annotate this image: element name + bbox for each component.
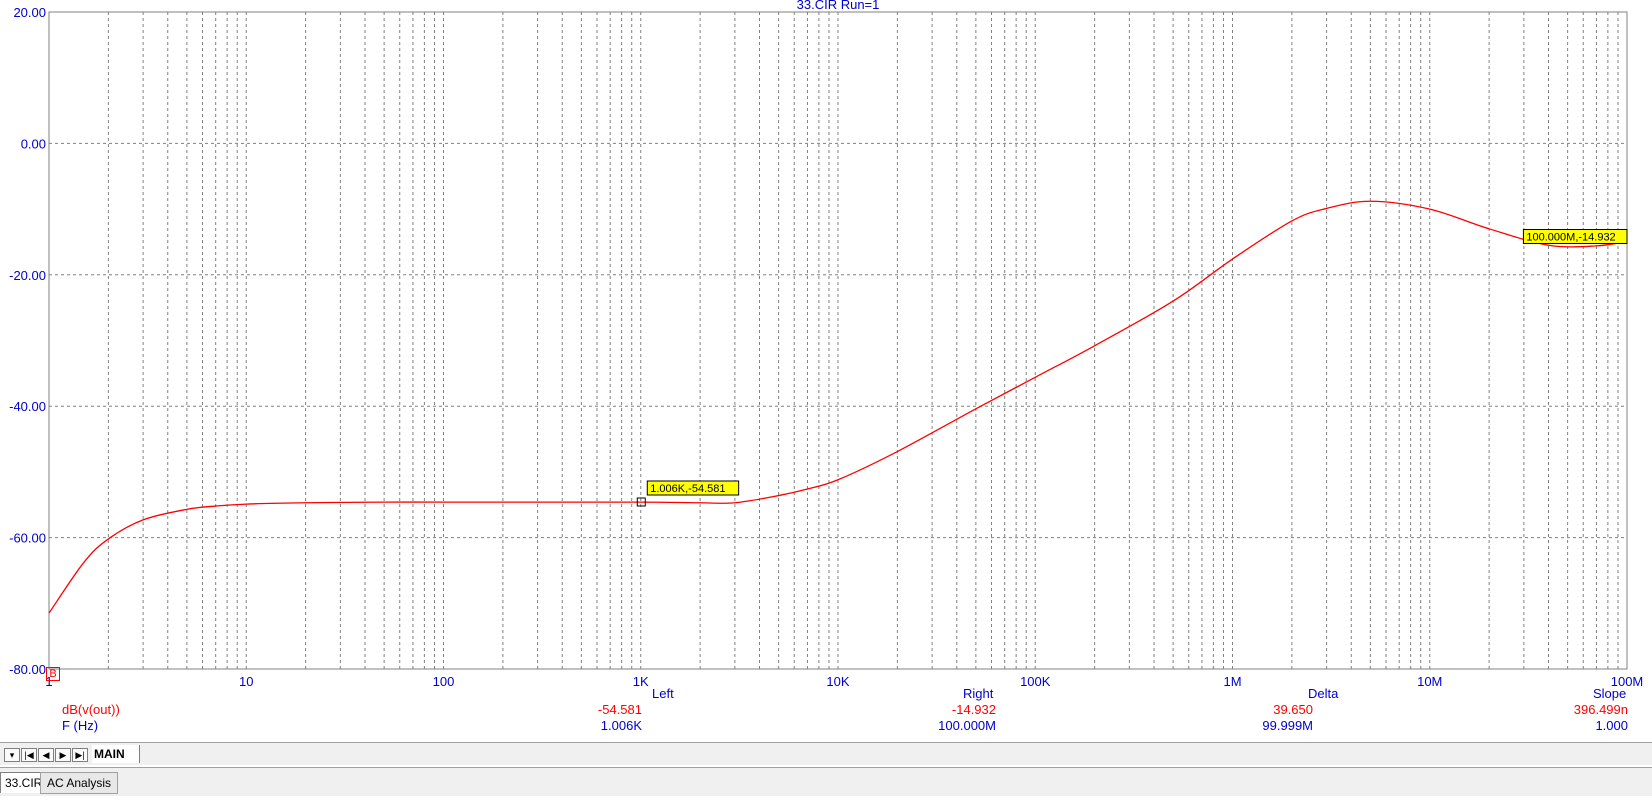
readout-header-right: Right <box>963 686 994 701</box>
x-variable-label: F (Hz) <box>62 718 99 733</box>
bode-plot[interactable]: 33.CIR Run=1 20.00 0.00 -20.00 -40.00 -60.00… <box>0 0 1652 740</box>
cursor-label-text: 1.006K,-54.581 <box>650 483 725 495</box>
y-axis-tick-labels: 20.00 0.00 -20.00 -40.00 -60.00 -80.00 <box>9 5 46 677</box>
readout-header-left: Left <box>652 686 674 701</box>
readout-header-slope: Slope <box>1593 686 1627 701</box>
x-slope-value: 1.000 <box>1595 718 1628 733</box>
x-tick-label: 100 <box>433 674 455 689</box>
y-tick-label: -20.00 <box>9 268 46 283</box>
x-tick-label: 1M <box>1223 674 1241 689</box>
last-sheet-button[interactable]: ▶| <box>72 748 88 762</box>
cursor-label-text: 100.000M,-14.932 <box>1526 232 1615 244</box>
sheet-tab-main[interactable]: MAIN <box>92 745 140 763</box>
next-sheet-button[interactable]: ▶ <box>55 748 71 762</box>
sheet-tab-bar: ▾ |◀ ◀ ▶ ▶| MAIN <box>0 742 1652 765</box>
series-delta-value: 39.650 <box>1273 702 1313 717</box>
x-tick-label: 10 <box>239 674 253 689</box>
series-name-label[interactable]: dB(v(out)) <box>62 702 120 717</box>
x-delta-value: 99.999M <box>1262 718 1313 733</box>
y-tick-label: 20.00 <box>13 5 46 20</box>
file-tab-ac-analysis[interactable]: AC Analysis <box>40 772 119 794</box>
readout-header-delta: Delta <box>1308 686 1339 701</box>
series-marker-box[interactable]: B <box>46 667 60 681</box>
x-right-value: 100.000M <box>938 718 996 733</box>
series-right-value: -14.932 <box>951 702 996 717</box>
sheet-menu-button[interactable]: ▾ <box>4 748 20 762</box>
x-tick-label: 10M <box>1417 674 1442 689</box>
file-tab-bar: 33.CIR AC Analysis <box>0 767 1652 796</box>
y-tick-label: -40.00 <box>9 399 46 414</box>
y-tick-label: 0.00 <box>21 136 46 151</box>
x-left-value: 1.006K <box>600 718 642 733</box>
series-slope-value: 396.499n <box>1573 702 1628 717</box>
first-sheet-button[interactable]: |◀ <box>21 748 37 762</box>
chart-title: 33.CIR Run=1 <box>797 0 880 12</box>
y-tick-label: -60.00 <box>9 531 46 546</box>
x-tick-label: 10K <box>826 674 849 689</box>
y-tick-label: -80.00 <box>9 662 46 677</box>
prev-sheet-button[interactable]: ◀ <box>38 748 54 762</box>
x-axis-tick-labels: 1 10 100 1K 10K 100K 1M 10M 100M <box>45 674 1643 689</box>
series-left-value: -54.581 <box>597 702 642 717</box>
x-tick-label: 100K <box>1020 674 1051 689</box>
x-tick-label: 1K <box>633 674 649 689</box>
